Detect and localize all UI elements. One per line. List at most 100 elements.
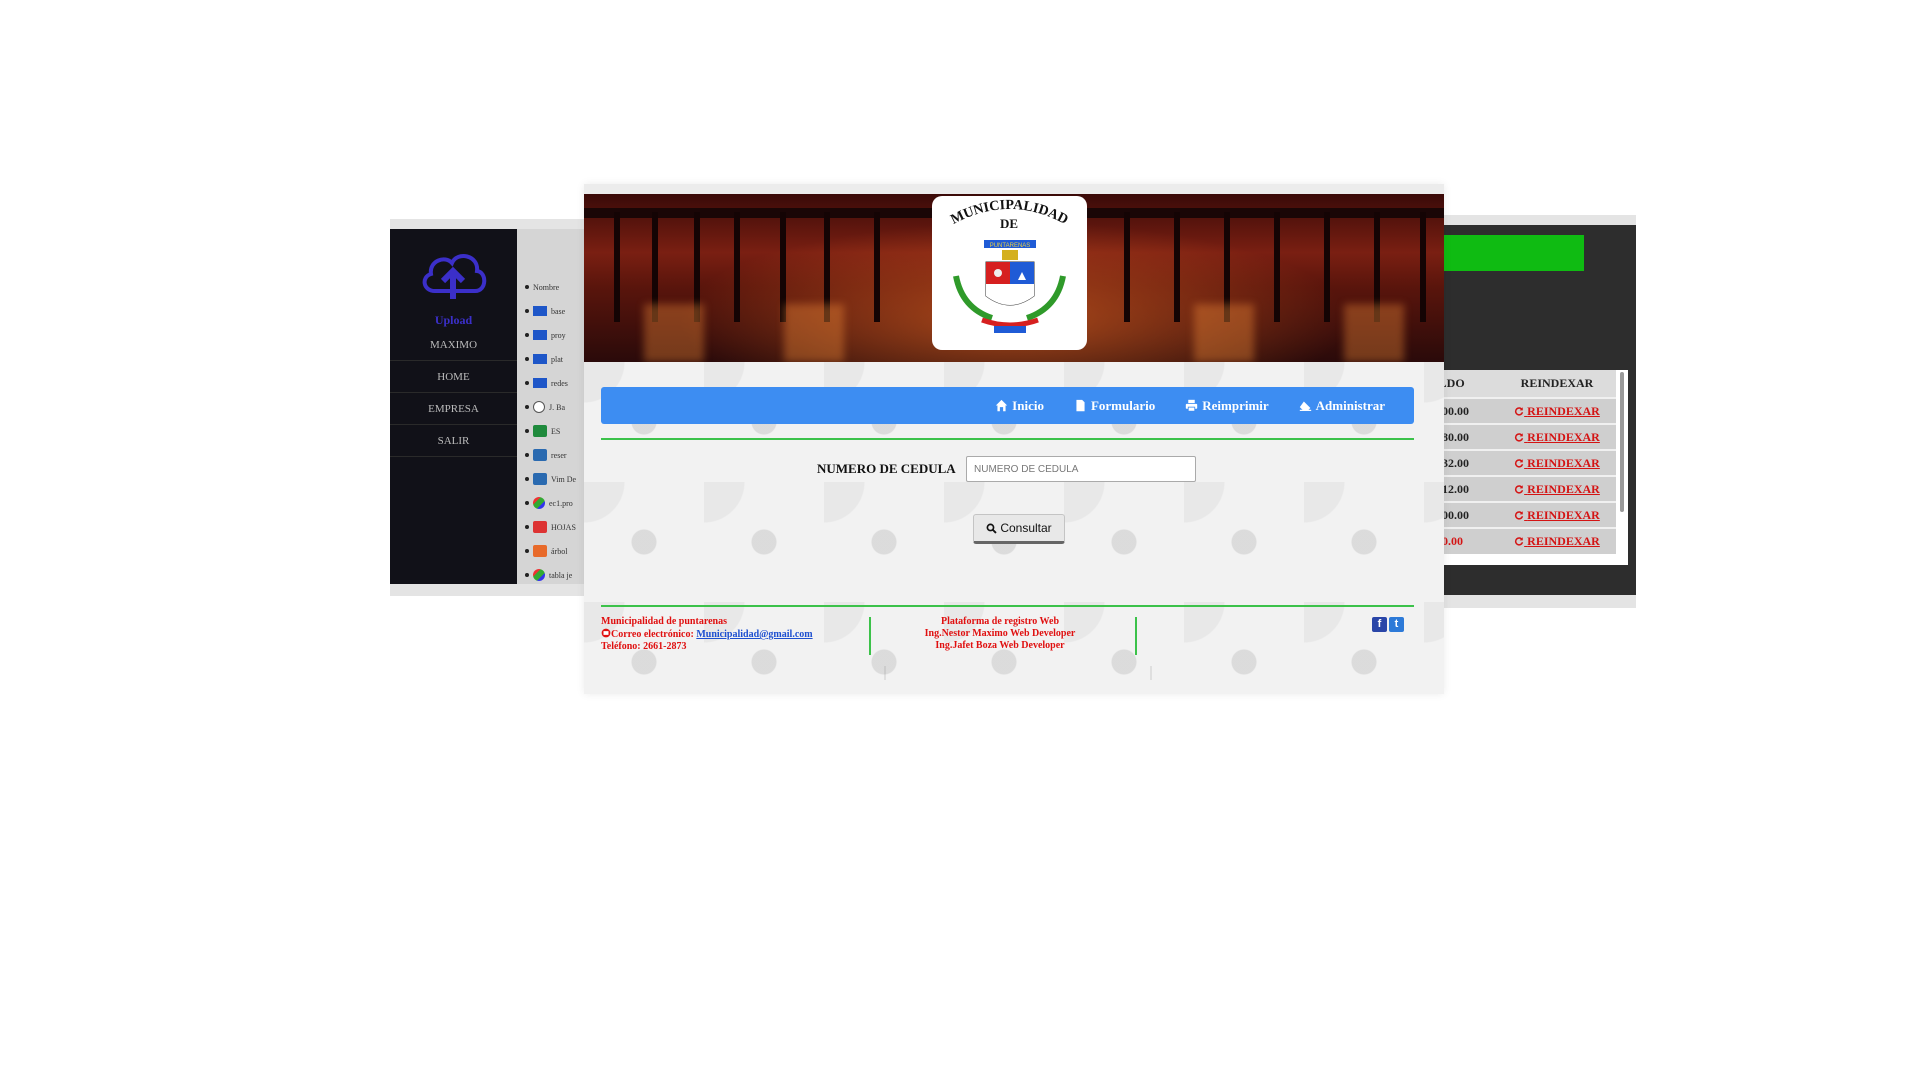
reindexar-cell: REINDEXAR [1498,475,1616,502]
reindexar-link[interactable]: REINDEXAR [1514,430,1600,444]
table-row: 0000.00 REINDEXAR [1430,501,1616,528]
left-sidebar: Upload MAXIMO HOME EMPRESA SALIR [390,229,517,584]
footer-phone: Teléfono: 2661-2873 [601,641,687,652]
coat-of-arms-icon: MUNICIPALIDAD DE PUNTARENAS [949,198,1070,333]
list-item[interactable]: J. Ba [525,397,590,417]
facebook-icon[interactable]: f [1372,617,1387,632]
folder-icon [533,330,547,340]
right-panel: R ALDO REINDEXAR 0000.00 REINDEXAR0780.0… [1430,225,1636,595]
refresh-icon [1515,484,1524,494]
list-item[interactable]: redes [525,373,590,393]
footer-separator-left [869,617,871,655]
left-menu: MAXIMO HOME EMPRESA SALIR [390,329,517,457]
menu-item-maximo[interactable]: MAXIMO [390,329,517,361]
nav-administrar[interactable]: Administrar [1284,398,1400,414]
divider-top [601,438,1414,440]
reindexar-cell: REINDEXAR [1498,449,1616,476]
reindexar-cell: REINDEXAR [1498,527,1616,554]
reindexar-label: REINDEXAR [1527,429,1600,444]
list-item[interactable]: proy [525,325,590,345]
upload-cloud-icon[interactable] [417,247,489,303]
reindexar-label: REINDEXAR [1527,481,1600,496]
file-icon [1076,399,1085,412]
stage: Upload MAXIMO HOME EMPRESA SALIR Nombre … [0,0,1920,1080]
menu-item-home[interactable]: HOME [390,361,517,393]
footer-dev2: Ing.Jafet Boza Web Developer [935,640,1065,651]
reflection [584,664,1444,694]
menu-item-empresa[interactable]: EMPRESA [390,393,517,425]
nav-formulario[interactable]: Formulario [1059,398,1170,414]
eraser-icon [1299,401,1311,411]
scrollbar[interactable] [1620,372,1624,512]
table-row: 000.00 REINDEXAR [1430,527,1616,554]
table-header-row: ALDO REINDEXAR [1430,370,1616,398]
table-row: 0000.00 REINDEXAR [1430,397,1616,424]
list-item[interactable]: árbol [525,541,590,561]
upload-label[interactable]: Upload [390,313,517,328]
reindexar-cell: REINDEXAR [1498,397,1616,424]
folder-icon [533,378,547,388]
logo-de: DE [1000,216,1018,231]
reindexar-cell: REINDEXAR [1498,423,1616,450]
image-file-icon [533,569,545,581]
nav-formulario-label: Formulario [1090,397,1156,413]
reindexar-link[interactable]: REINDEXAR [1514,404,1600,418]
footer-email-prefix: Correo electrónico: [611,629,694,640]
top-strip [584,184,1444,194]
document-icon [533,449,547,461]
green-action-button[interactable]: R [1430,235,1584,271]
nav-administrar-label: Administrar [1315,397,1385,413]
sheet-file-icon [533,521,547,533]
table-row: 1232.00 REINDEXAR [1430,449,1616,476]
list-item[interactable]: base [525,301,590,321]
refresh-icon [1515,406,1524,416]
consultar-button[interactable]: Consultar [973,514,1065,544]
col-reindexar-header: REINDEXAR [1498,370,1616,398]
footer-separator-right [1135,617,1137,655]
presentation-file-icon [533,545,547,557]
email-icon [601,628,611,638]
footer-platform-title: Plataforma de registro Web [940,616,1060,627]
footer-contact: Municipalidad de puntarenas Correo elect… [601,616,813,653]
nav-inicio-label: Inicio [1012,397,1044,413]
folder-icon [533,354,547,364]
file-header-row: Nombre [525,277,590,297]
list-item[interactable]: Vim De [525,469,590,489]
footer-email-line: Correo electrónico: Municipalidad@gmail.… [601,628,813,641]
list-item[interactable]: ES [525,421,590,441]
cedula-label: NUMERO DE CEDULA [817,461,956,476]
municipal-logo[interactable]: MUNICIPALIDAD DE PUNTARENAS [932,196,1087,350]
print-icon [1186,399,1198,412]
reindexar-link[interactable]: REINDEXAR [1514,456,1600,470]
pier-banner: MUNICIPALIDAD DE PUNTARENAS [584,194,1444,362]
refresh-icon [1515,537,1524,546]
list-item[interactable]: reser [525,445,590,465]
cedula-input[interactable] [966,456,1196,482]
consultar-label: Consultar [1000,521,1052,535]
project-file-icon [533,497,545,509]
list-item[interactable]: ec1.pro [525,493,590,513]
twitter-icon[interactable]: t [1389,617,1404,632]
footer-email-link[interactable]: Municipalidad@gmail.com [696,629,812,640]
left-file-manager-screenshot: Upload MAXIMO HOME EMPRESA SALIR Nombre … [390,219,590,596]
list-item[interactable]: HOJAS [525,517,590,537]
file-list: Nombre base proy plat redes J. Ba ES res… [517,229,590,584]
home-icon [995,399,1008,412]
menu-item-salir[interactable]: SALIR [390,425,517,457]
table-row: 0780.00 REINDEXAR [1430,423,1616,450]
refresh-icon [1515,432,1524,442]
municipal-page-screenshot: MUNICIPALIDAD DE PUNTARENAS Inicio Formu… [584,184,1444,694]
reindexar-link[interactable]: REINDEXAR [1514,508,1600,522]
reindexar-label: REINDEXAR [1527,534,1600,548]
reindexar-label: REINDEXAR [1527,507,1600,522]
list-item[interactable]: plat [525,349,590,369]
reindexar-label: REINDEXAR [1527,403,1600,418]
right-table-screenshot: R ALDO REINDEXAR 0000.00 REINDEXAR0780.0… [1430,215,1636,608]
list-item[interactable]: tabla je [525,565,590,584]
reindexar-link[interactable]: REINDEXAR [1514,482,1600,496]
nav-reimprimir[interactable]: Reimprimir [1170,398,1283,414]
table-row: 9912.00 REINDEXAR [1430,475,1616,502]
reindexar-link[interactable]: REINDEXAR [1514,534,1600,548]
nav-reimprimir-label: Reimprimir [1202,397,1269,413]
nav-inicio[interactable]: Inicio [980,398,1059,414]
